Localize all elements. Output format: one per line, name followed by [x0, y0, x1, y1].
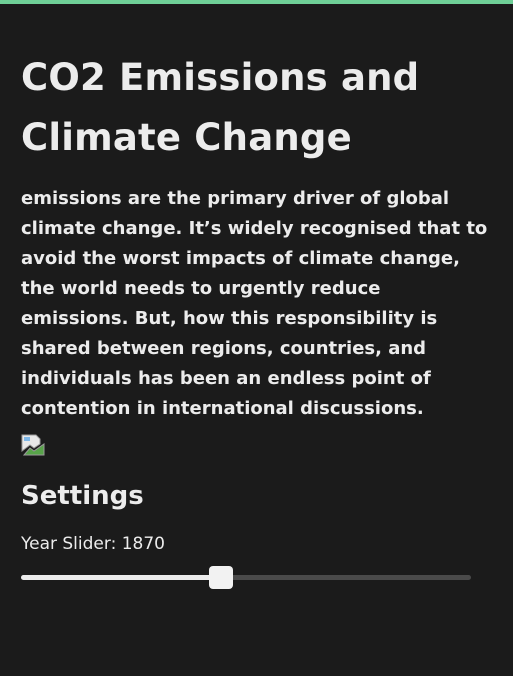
- year-slider-label: Year Slider: 1870: [21, 532, 491, 556]
- page-title: CO2 Emissions and Climate Change: [21, 56, 420, 159]
- top-accent-bar: [0, 0, 513, 4]
- year-slider-value: 1870: [121, 534, 165, 554]
- broken-image-icon: [21, 434, 45, 456]
- year-slider[interactable]: [21, 564, 471, 590]
- settings-heading: Settings: [21, 481, 144, 511]
- intro-paragraph: emissions are the primary driver of glob…: [21, 188, 488, 419]
- slider-thumb[interactable]: [208, 566, 233, 589]
- slider-fill: [21, 575, 221, 580]
- year-slider-label-text: Year Slider:: [21, 534, 122, 554]
- main-content: CO2 Emissions and Climate Change emissio…: [21, 48, 491, 590]
